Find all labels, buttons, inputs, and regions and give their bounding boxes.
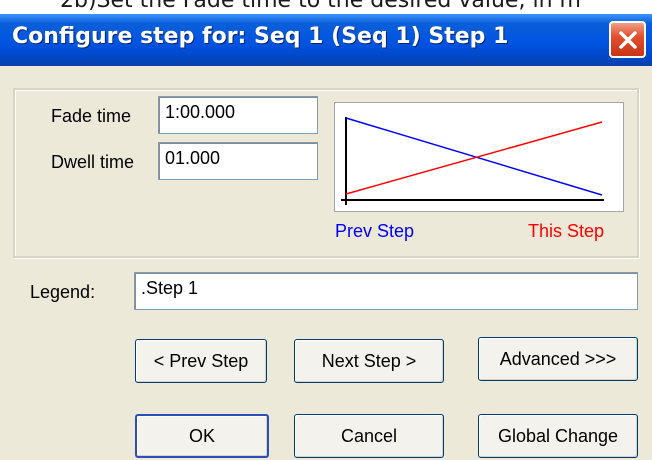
dialog-title: Configure step for: Seq 1 (Seq 1) Step 1	[12, 24, 509, 49]
title-bar[interactable]: Configure step for: Seq 1 (Seq 1) Step 1	[0, 14, 652, 66]
this-step-legend: This Step	[528, 221, 605, 241]
cancel-button[interactable]: Cancel	[294, 414, 444, 458]
dwell-time-label: Dwell time	[51, 152, 135, 172]
dwell-time-field[interactable]: 01.000	[158, 142, 318, 180]
advanced-button[interactable]: Advanced >>>	[478, 337, 638, 381]
prev-step-button[interactable]: < Prev Step	[135, 339, 267, 383]
legend-field[interactable]: .Step 1	[134, 272, 638, 310]
next-step-button[interactable]: Next Step >	[294, 339, 444, 383]
global-change-button[interactable]: Global Change	[478, 414, 638, 458]
prev-step-legend: Prev Step	[335, 221, 415, 241]
legend-label: Legend:	[30, 282, 96, 302]
crossfade-graph	[334, 102, 624, 212]
close-x-icon	[618, 30, 637, 49]
fade-time-field[interactable]: 1:00.000	[158, 96, 318, 134]
configure-step-dialog: Configure step for: Seq 1 (Seq 1) Step 1…	[0, 14, 652, 460]
ok-button[interactable]: OK	[135, 414, 269, 458]
close-button[interactable]	[609, 21, 646, 58]
fade-time-label: Fade time	[51, 106, 132, 126]
